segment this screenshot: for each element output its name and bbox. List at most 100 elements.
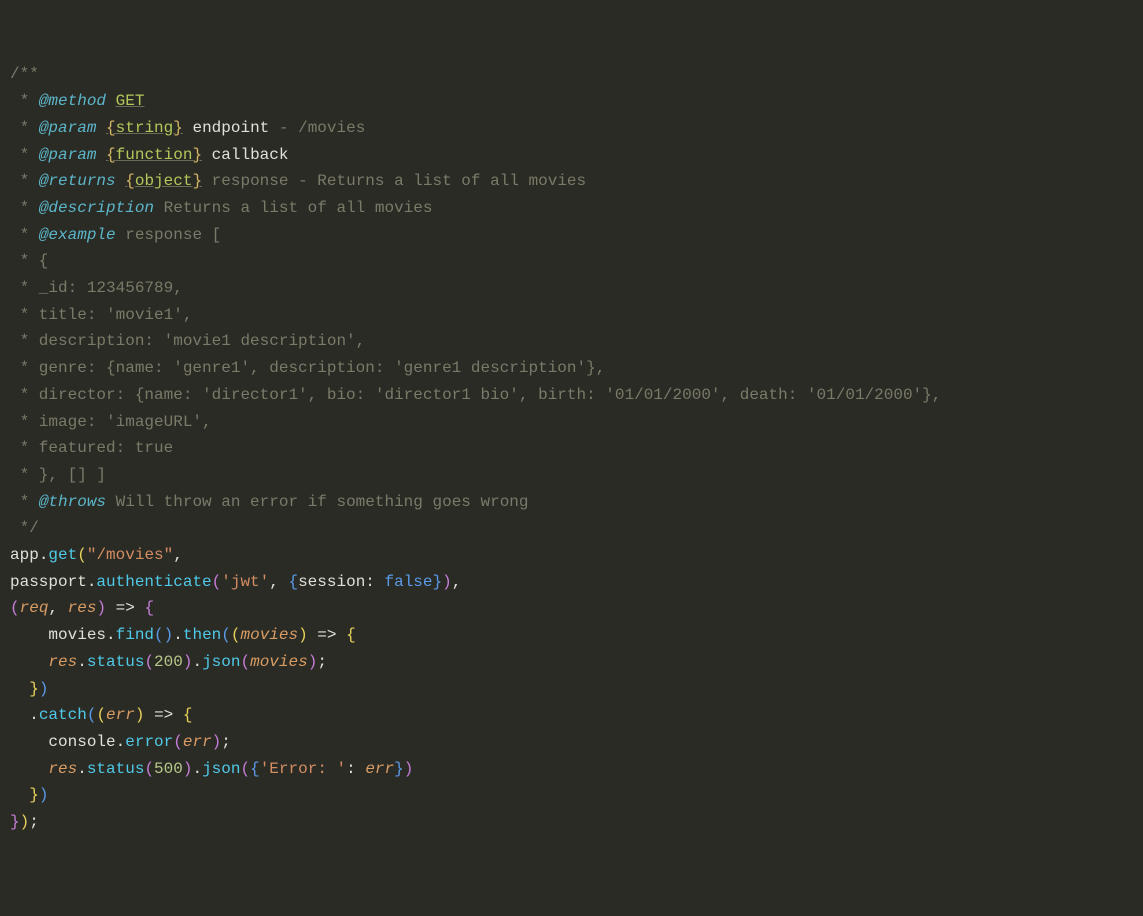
- comma: ,: [269, 573, 288, 591]
- paren: (: [212, 573, 222, 591]
- paren: (: [240, 760, 250, 778]
- code-editor[interactable]: /** * @method GET * @param {string} endp…: [10, 61, 1133, 835]
- paren: ): [212, 733, 222, 751]
- indent: [10, 706, 29, 724]
- space: [106, 92, 116, 110]
- param-name: endpoint: [192, 119, 269, 137]
- jsdoc-tag-throws: @throws: [39, 493, 106, 511]
- indent: [10, 733, 48, 751]
- comment-line: /**: [10, 65, 39, 83]
- paren: (: [144, 653, 154, 671]
- brace: {: [183, 706, 193, 724]
- colon: :: [346, 760, 365, 778]
- paren: (: [87, 706, 97, 724]
- identifier-movies: movies: [48, 626, 106, 644]
- brace: }: [192, 146, 202, 164]
- param-movies: movies: [240, 626, 298, 644]
- brace: {: [144, 599, 154, 617]
- dot: .: [29, 706, 39, 724]
- method-json: json: [202, 653, 240, 671]
- dot: .: [192, 653, 202, 671]
- arrow: =>: [144, 706, 182, 724]
- brace: }: [29, 786, 39, 804]
- jsdoc-tag-description: @description: [39, 199, 154, 217]
- description-text: Returns a list of all movies: [154, 199, 432, 217]
- paren: ): [442, 573, 452, 591]
- dot: .: [116, 733, 126, 751]
- keyword-false: false: [385, 573, 433, 591]
- indent: [10, 626, 48, 644]
- paren: (: [221, 626, 231, 644]
- method-get: GET: [116, 92, 145, 110]
- paren: (: [10, 599, 20, 617]
- jsdoc-tag-param: @param: [39, 146, 97, 164]
- comment-star: *: [10, 92, 39, 110]
- method-find: find: [116, 626, 154, 644]
- comment-line: * genre: {name: 'genre1', description: '…: [10, 359, 605, 377]
- dot: .: [77, 760, 87, 778]
- jsdoc-tag-example: @example: [39, 226, 116, 244]
- space: [96, 119, 106, 137]
- comma: ,: [173, 546, 183, 564]
- paren: ): [39, 786, 49, 804]
- method-catch: catch: [39, 706, 87, 724]
- paren: (: [240, 653, 250, 671]
- method-then: then: [183, 626, 221, 644]
- param-name: callback: [212, 146, 289, 164]
- param-err: err: [106, 706, 135, 724]
- comment-star: *: [10, 172, 39, 190]
- paren: ): [96, 599, 106, 617]
- jsdoc-tag-returns: @returns: [39, 172, 116, 190]
- indent: [10, 760, 48, 778]
- comment-line: * image: 'imageURL',: [10, 413, 212, 431]
- method-error: error: [125, 733, 173, 751]
- number-500: 500: [154, 760, 183, 778]
- comment-line: * featured: true: [10, 439, 173, 457]
- brace: {: [250, 760, 260, 778]
- comment-star: *: [10, 493, 39, 511]
- arrow: =>: [308, 626, 346, 644]
- brace: }: [433, 573, 443, 591]
- param-err: err: [365, 760, 394, 778]
- brace: }: [10, 813, 20, 831]
- jsdoc-tag-method: @method: [39, 92, 106, 110]
- param-res: res: [68, 599, 97, 617]
- paren: (: [144, 760, 154, 778]
- param-req: req: [20, 599, 49, 617]
- comment-line: * description: 'movie1 description',: [10, 332, 365, 350]
- colon: :: [365, 573, 384, 591]
- paren: (: [173, 733, 183, 751]
- paren: (: [96, 706, 106, 724]
- returns-desc: response - Returns a list of all movies: [202, 172, 586, 190]
- comma: ,: [48, 599, 67, 617]
- paren: ): [298, 626, 308, 644]
- string-literal: 'jwt': [221, 573, 269, 591]
- comment-star: *: [10, 226, 39, 244]
- paren: ): [404, 760, 414, 778]
- brace: {: [106, 146, 116, 164]
- example-text: response [: [116, 226, 222, 244]
- dot: .: [192, 760, 202, 778]
- prop-session: session: [298, 573, 365, 591]
- string-literal: "/movies": [87, 546, 173, 564]
- comment-line: * title: 'movie1',: [10, 306, 192, 324]
- brace: {: [288, 573, 298, 591]
- comment-line: */: [10, 519, 39, 537]
- semicolon: ;: [221, 733, 231, 751]
- method-status: status: [87, 760, 145, 778]
- jsdoc-tag-param: @param: [39, 119, 97, 137]
- comment-line: * {: [10, 252, 48, 270]
- paren: (: [77, 546, 87, 564]
- comma: ,: [452, 573, 462, 591]
- paren: (: [154, 626, 164, 644]
- brace: {: [125, 172, 135, 190]
- comment-star: *: [10, 199, 39, 217]
- method-authenticate: authenticate: [96, 573, 211, 591]
- brace: }: [29, 680, 39, 698]
- identifier-res: res: [48, 653, 77, 671]
- paren: ): [164, 626, 174, 644]
- method-json: json: [202, 760, 240, 778]
- space: [116, 172, 126, 190]
- comment-line: * }, [] ]: [10, 466, 106, 484]
- comment-line: * _id: 123456789,: [10, 279, 183, 297]
